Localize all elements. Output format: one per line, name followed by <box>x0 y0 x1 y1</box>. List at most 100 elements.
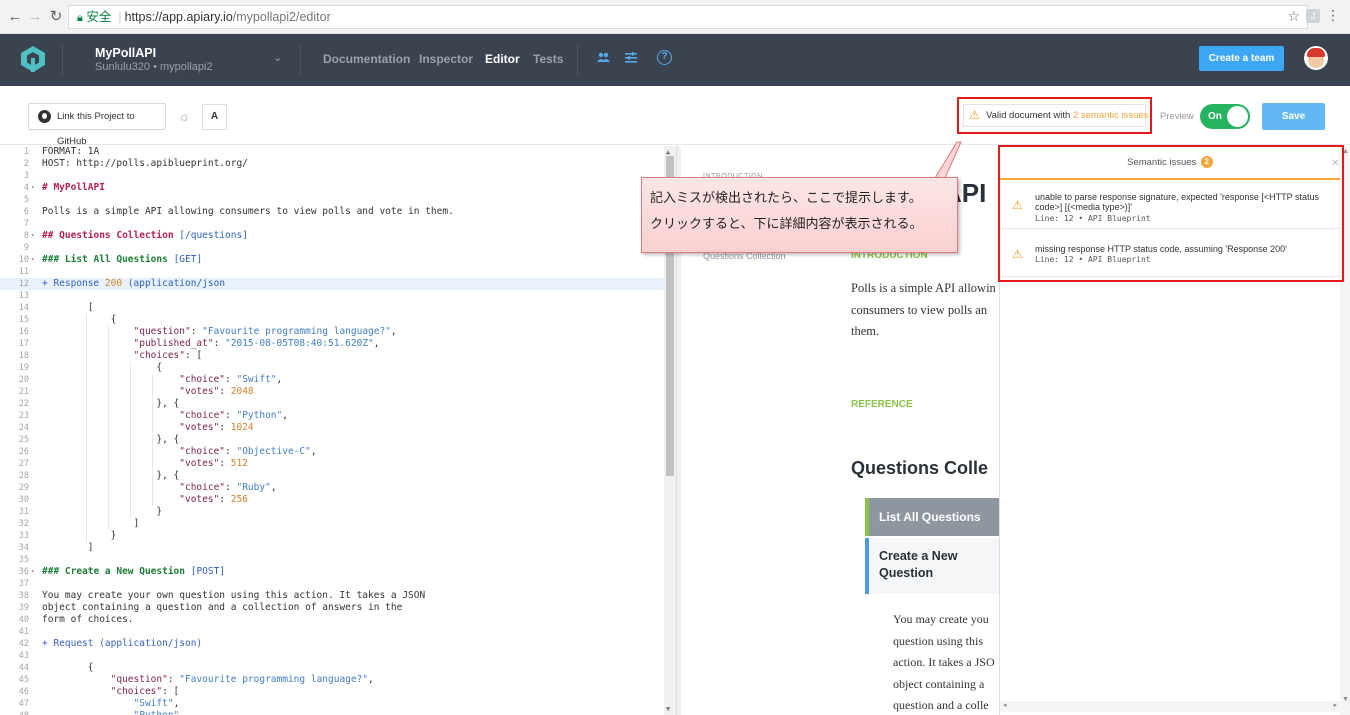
theme-sun-icon[interactable]: ☼ <box>178 108 191 124</box>
code-line[interactable]: 20 "choice": "Swift", <box>0 374 664 386</box>
code-line[interactable]: 6 Polls is a simple API allowing consumer… <box>0 206 664 218</box>
code-line[interactable]: 44 { <box>0 662 664 674</box>
code-line[interactable]: 18 "choices": [ <box>0 350 664 362</box>
fold-arrow-icon[interactable]: ▾ <box>31 230 35 242</box>
code-line[interactable]: 19 { <box>0 362 664 374</box>
code-line[interactable]: 7 <box>0 218 664 230</box>
code-line[interactable]: 22 }, { <box>0 398 664 410</box>
code-token: 2048 <box>230 386 254 397</box>
code-line[interactable]: 25 }, { <box>0 434 664 446</box>
preview-toggle[interactable]: On <box>1200 104 1250 129</box>
code-line[interactable]: 47 "Swift", <box>0 698 664 710</box>
save-button[interactable]: Save <box>1262 103 1325 130</box>
code-token: You may create your own question using t… <box>42 590 426 601</box>
fold-arrow-icon[interactable]: ▾ <box>31 182 35 194</box>
code-line[interactable]: 27 "votes": 512 <box>0 458 664 470</box>
code-line[interactable]: 42 + Request (application/json) <box>0 638 664 650</box>
line-number: 26 <box>18 447 29 457</box>
code-line[interactable]: 21 "votes": 2048 <box>0 386 664 398</box>
line-code: [ <box>42 302 94 314</box>
code-line[interactable]: 17 "published_at": "2015-08-05T08:40:51.… <box>0 338 664 350</box>
code-line[interactable]: 9 <box>0 242 664 254</box>
code-line[interactable]: 38 You may create your own question using… <box>0 590 664 602</box>
secure-label: 安全 <box>86 10 112 24</box>
code-line[interactable]: 45 "question": "Favourite programming la… <box>0 674 664 686</box>
list-all-questions-card[interactable]: List All Questions <box>865 498 1005 536</box>
nav-documentation[interactable]: Documentation <box>323 52 410 66</box>
forward-icon[interactable]: → <box>26 8 44 26</box>
code-line[interactable]: 13 <box>0 290 664 302</box>
avatar[interactable] <box>1304 46 1328 70</box>
code-line[interactable]: 10 ▾ ### List All Questions [GET] <box>0 254 664 266</box>
help-icon[interactable]: ? <box>657 50 672 65</box>
line-number: 6 <box>23 207 29 217</box>
code-line[interactable]: 41 <box>0 626 664 638</box>
code-line[interactable]: 24 "votes": 1024 <box>0 422 664 434</box>
sliders-icon[interactable] <box>625 51 637 66</box>
code-line[interactable]: 12 + Response 200 (application/json <box>0 278 664 290</box>
fold-arrow-icon[interactable]: ▾ <box>31 566 35 578</box>
code-line[interactable]: 36 ▾ ### Create a New Question [POST] <box>0 566 664 578</box>
code-token: , <box>270 482 277 493</box>
line-number: 32 <box>18 519 29 529</box>
create-team-button[interactable]: Create a team <box>1199 46 1284 71</box>
extension-icon[interactable]: J <box>1306 9 1320 23</box>
line-code: ## Questions Collection [/questions] <box>42 230 248 242</box>
scroll-up-icon[interactable]: ▲ <box>666 148 670 156</box>
code-line[interactable]: 8 ▾ ## Questions Collection [/questions] <box>0 230 664 242</box>
chevron-down-icon[interactable]: ⌄ <box>273 51 282 64</box>
bookmark-star-icon[interactable]: ☆ <box>1287 8 1300 25</box>
code-line[interactable]: 11 <box>0 266 664 278</box>
code-line[interactable]: 48 "Python" <box>0 710 664 715</box>
address-bar[interactable]: 🔒︎ 安全 | https://app.apiary.io/mypollapi2/e… <box>68 5 1308 29</box>
code-line[interactable]: 30 "votes": 256 <box>0 494 664 506</box>
scroll-down-icon[interactable]: ▼ <box>666 705 670 713</box>
code-line[interactable]: 39 object containing a question and a col… <box>0 602 664 614</box>
code-token: "choice" <box>42 374 226 385</box>
reload-icon[interactable]: ↻ <box>47 8 65 26</box>
code-line[interactable]: 32 ] <box>0 518 664 530</box>
back-icon[interactable]: ← <box>6 8 24 26</box>
code-line[interactable]: 2 HOST: http://polls.apiblueprint.org/ <box>0 158 664 170</box>
code-token: "Objective-C" <box>236 446 311 457</box>
code-line[interactable]: 33 } <box>0 530 664 542</box>
create-question-card[interactable]: Create a New Question <box>865 538 1005 594</box>
code-line[interactable]: 3 <box>0 170 664 182</box>
code-line[interactable]: 23 "choice": "Python", <box>0 410 664 422</box>
code-line[interactable]: 40 form of choices. <box>0 614 664 626</box>
code-editor[interactable]: 1 FORMAT: 1A 2 HOST: http://polls.apibluepr… <box>0 146 676 715</box>
scroll-right-icon[interactable]: ▸ <box>1333 701 1337 709</box>
preview-toggle-label: On <box>1208 111 1222 122</box>
scroll-down-icon[interactable]: ▼ <box>1342 696 1349 703</box>
code-line[interactable]: 14 [ <box>0 302 664 314</box>
code-line[interactable]: 26 "choice": "Objective-C", <box>0 446 664 458</box>
code-line[interactable]: 43 <box>0 650 664 662</box>
nav-editor[interactable]: Editor <box>485 52 520 66</box>
validation-issues-link[interactable]: 2 semantic issues <box>1073 110 1149 121</box>
project-name[interactable]: MyPollAPI <box>95 46 156 60</box>
code-line[interactable]: 37 <box>0 578 664 590</box>
line-number: 23 <box>18 411 29 421</box>
code-line[interactable]: 1 FORMAT: 1A <box>0 146 664 158</box>
link-github-button[interactable]: Link this Project to GitHub <box>28 103 166 147</box>
code-line[interactable]: 29 "choice": "Ruby", <box>0 482 664 494</box>
code-line[interactable]: 46 "choices": [ <box>0 686 664 698</box>
nav-inspector[interactable]: Inspector <box>419 52 473 66</box>
scroll-left-icon[interactable]: ◂ <box>1003 701 1007 709</box>
fold-arrow-icon[interactable]: ▾ <box>31 254 35 266</box>
code-line[interactable]: 16 "question": "Favourite programming la… <box>0 326 664 338</box>
code-line[interactable]: 28 }, { <box>0 470 664 482</box>
validation-status[interactable]: ⚠ Valid document with 2 semantic issues <box>963 104 1149 127</box>
team-icon[interactable] <box>597 51 610 66</box>
panel-horizontal-scrollbar[interactable]: ◂ ▸ <box>1000 701 1340 712</box>
font-size-button[interactable]: A <box>202 104 227 130</box>
nav-tests[interactable]: Tests <box>533 52 563 66</box>
code-token: "choice" <box>42 446 226 457</box>
code-line[interactable]: 35 <box>0 554 664 566</box>
code-line[interactable]: 5 <box>0 194 664 206</box>
code-line[interactable]: 31 } <box>0 506 664 518</box>
code-line[interactable]: 4 ▾ # MyPollAPI <box>0 182 664 194</box>
code-line[interactable]: 15 { <box>0 314 664 326</box>
code-line[interactable]: 34 ] <box>0 542 664 554</box>
browser-menu-icon[interactable]: ⋮ <box>1326 7 1340 24</box>
